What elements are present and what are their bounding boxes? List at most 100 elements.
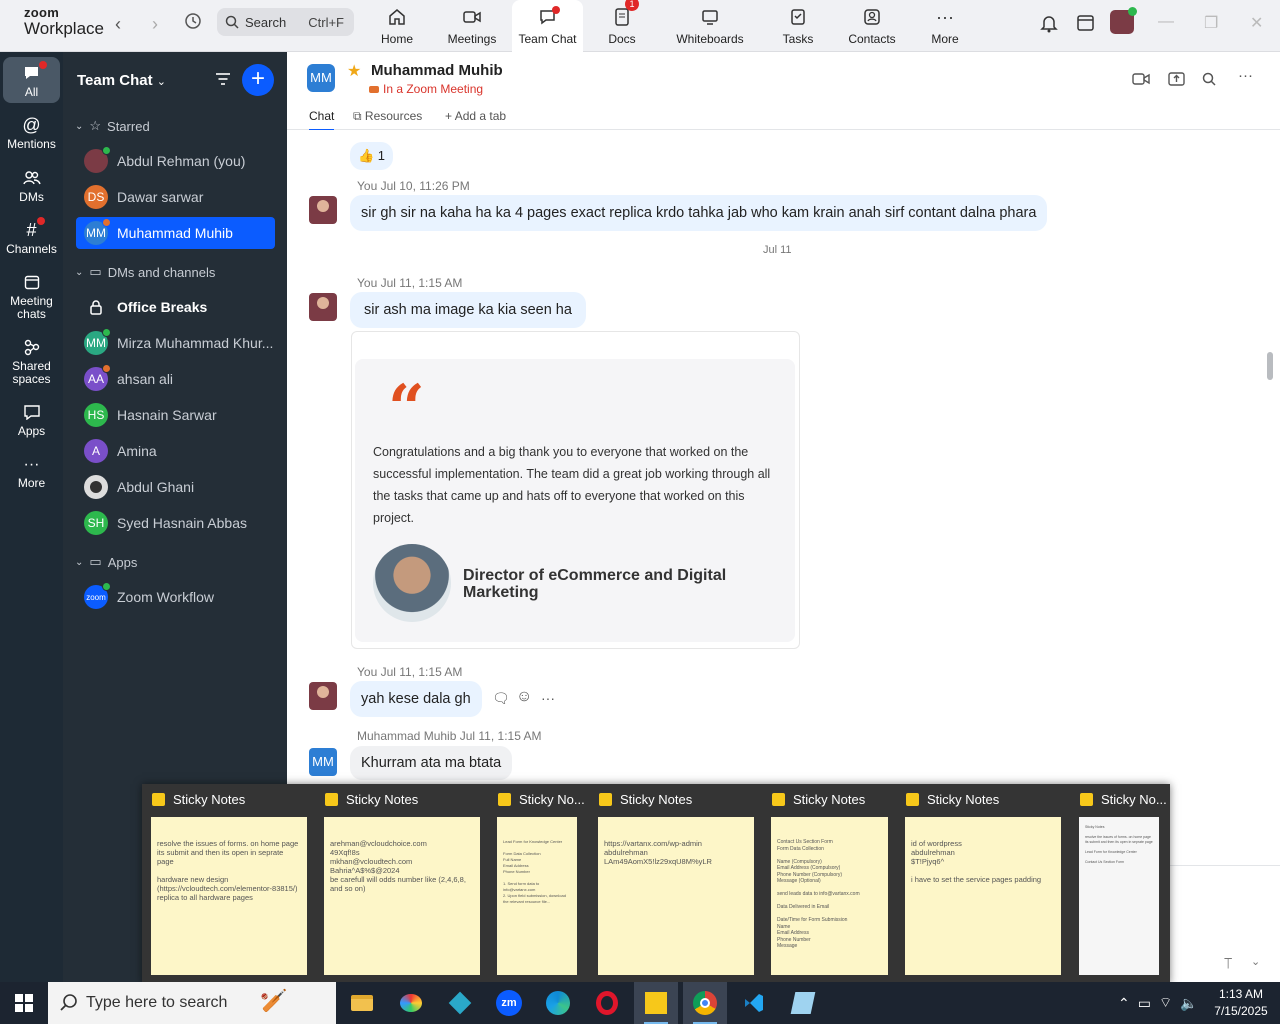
sidebar-item-zoom-workflow[interactable]: zoom Zoom Workflow <box>76 581 275 613</box>
sidebar-item-abdul-rehman[interactable]: Abdul Rehman (you) <box>76 145 275 177</box>
tab-resources[interactable]: ⧉ Resources <box>353 109 422 124</box>
tab-add[interactable]: + Add a tab <box>445 109 506 123</box>
message-list[interactable]: 👍 1 You Jul 10, 11:26 PM sir gh sir na k… <box>287 130 1280 865</box>
sidebar-item-mirza[interactable]: MM Mirza Muhammad Khur... <box>76 327 275 359</box>
tab-more[interactable]: ··· More <box>925 0 965 52</box>
message-bubble[interactable]: Khurram ata ma btata <box>350 746 513 780</box>
volume-icon[interactable]: 🔈 <box>1180 995 1197 1012</box>
section-apps[interactable]: ⌄ ▭ Apps <box>75 554 137 570</box>
share-screen-icon[interactable] <box>1168 72 1185 90</box>
sticky-note-preview[interactable]: Sticky No... Sticky Notes resolve the is… <box>1070 784 1170 984</box>
sticky-note-preview[interactable]: Sticky Notes Contact Us Section Form For… <box>762 784 896 984</box>
edge-browser-icon[interactable] <box>536 982 580 1024</box>
app-diamond-icon[interactable] <box>438 982 482 1024</box>
tab-whiteboards[interactable]: Whiteboards <box>671 0 749 52</box>
rail-item-more[interactable]: ··· More <box>3 453 60 490</box>
sticky-note-preview[interactable]: Sticky Notes https://vartanx.com/wp-admi… <box>589 784 763 984</box>
shared-spaces-icon <box>23 336 41 358</box>
zoom-app-icon[interactable]: zm <box>487 982 531 1024</box>
sidebar-item-dawar-sarwar[interactable]: DS Dawar sarwar <box>76 181 275 213</box>
tab-contacts[interactable]: Contacts <box>845 0 899 52</box>
video-call-icon[interactable] <box>1132 72 1150 90</box>
sticky-note-preview[interactable]: Sticky Notes resolve the issues of forms… <box>142 784 316 984</box>
chevron-down-icon[interactable]: ⌄ <box>1251 955 1260 968</box>
contact-name: ahsan ali <box>117 371 174 387</box>
sidebar-item-hasnain-sarwar[interactable]: HS Hasnain Sarwar <box>76 399 275 431</box>
user-avatar[interactable] <box>1110 7 1137 34</box>
sidebar-item-office-breaks[interactable]: Office Breaks <box>76 291 275 323</box>
chevron-up-icon[interactable]: ⌃ <box>1118 995 1130 1012</box>
tab-home[interactable]: Home <box>375 0 419 52</box>
network-icon[interactable]: ▭ <box>1138 995 1151 1012</box>
maximize-icon[interactable]: ❐ <box>1204 13 1218 33</box>
emoji-reaction-icon[interactable]: ☺ <box>516 688 532 706</box>
sidebar-item-amina[interactable]: A Amina <box>76 435 275 467</box>
tab-chat[interactable]: Chat <box>309 109 335 131</box>
add-new-chat-button[interactable]: + <box>242 64 274 96</box>
contact-name: Hasnain Sarwar <box>117 407 217 423</box>
minimize-icon[interactable]: — <box>1158 13 1174 31</box>
avatar: zoom <box>84 582 111 609</box>
forward-arrow-icon[interactable]: › <box>152 14 158 35</box>
calendar-icon[interactable] <box>1076 13 1095 37</box>
chat-contact-name[interactable]: Muhammad Muhib <box>371 62 503 79</box>
avatar[interactable] <box>309 682 337 710</box>
sidebar-item-ahsan-ali[interactable]: AA ahsan ali <box>76 363 275 395</box>
more-dots-icon[interactable]: ··· <box>541 690 555 706</box>
message-bubble[interactable]: sir gh sir na kaha ha ka 4 pages exact r… <box>350 195 1048 231</box>
scrollbar-thumb[interactable] <box>1267 352 1273 380</box>
rail-item-mentions[interactable]: @ Mentions <box>3 114 60 151</box>
sticky-note-preview[interactable]: Sticky Notes id of wordpress abdulrehman… <box>896 784 1070 984</box>
tab-team-chat[interactable]: Team Chat <box>512 0 583 52</box>
message-bubble[interactable]: sir ash ma image ka kia seen ha <box>350 292 586 328</box>
search-bar[interactable]: Search Ctrl+F <box>217 8 354 36</box>
tab-meetings[interactable]: Meetings <box>444 0 500 52</box>
more-dots-icon[interactable]: ··· <box>1238 67 1253 84</box>
sidebar-title[interactable]: Team Chat ⌄ <box>77 72 166 89</box>
close-icon[interactable]: ✕ <box>1250 13 1263 33</box>
avatar[interactable] <box>309 293 337 321</box>
section-starred[interactable]: ⌄ ☆ Starred <box>75 118 150 134</box>
star-icon[interactable]: ★ <box>347 61 361 81</box>
message-bubble[interactable]: yah kese dala gh <box>350 681 482 717</box>
paint-app-icon[interactable] <box>389 982 433 1024</box>
rail-item-channels[interactable]: # Channels <box>3 217 60 256</box>
tab-more-label: More <box>931 32 959 46</box>
tab-tasks[interactable]: Tasks <box>778 0 818 52</box>
reply-icon[interactable]: 🗨 <box>492 690 510 707</box>
bell-icon[interactable] <box>1040 13 1058 38</box>
wifi-icon[interactable]: ⌔ <box>1159 994 1172 1012</box>
section-dms-channels[interactable]: ⌄ ▭ DMs and channels <box>75 264 215 280</box>
sticky-note-preview[interactable]: Sticky Notes arehman@vcloudchoice.com 49… <box>315 784 489 984</box>
file-explorer-icon[interactable] <box>340 982 384 1024</box>
rail-item-apps[interactable]: Apps <box>3 401 60 438</box>
sticky-notes-taskbar-icon[interactable] <box>634 982 678 1024</box>
sidebar-item-syed-hasnain-abbas[interactable]: SH Syed Hasnain Abbas <box>76 507 275 539</box>
notepad-app-icon[interactable] <box>781 982 825 1024</box>
chrome-browser-icon[interactable] <box>683 982 727 1024</box>
taskbar-clock[interactable]: 1:13 AM 7/15/2025 <box>1210 986 1272 1020</box>
contact-avatar[interactable]: MM <box>307 64 335 92</box>
tab-docs[interactable]: 1 Docs <box>600 0 644 52</box>
shared-image-attachment[interactable]: “ Congratulations and a big thank you to… <box>351 331 800 649</box>
search-icon[interactable] <box>1202 72 1216 90</box>
avatar[interactable] <box>309 196 337 224</box>
sidebar-item-abdul-ghani[interactable]: Abdul Ghani <box>76 471 275 503</box>
taskbar-search-box[interactable]: Type here to search 🏏 <box>48 982 336 1024</box>
format-icon[interactable]: ⟙ <box>1224 955 1232 972</box>
rail-item-all[interactable]: All <box>3 57 60 103</box>
history-icon[interactable] <box>184 12 202 35</box>
sidebar-item-muhammad-muhib[interactable]: MM Muhammad Muhib <box>76 217 275 249</box>
back-arrow-icon[interactable]: ‹ <box>115 14 121 35</box>
avatar[interactable]: MM <box>309 748 337 776</box>
rail-item-meeting-chats[interactable]: Meeting chats <box>3 271 60 321</box>
status-dot <box>102 146 111 155</box>
reaction-thumbs-up[interactable]: 👍 1 <box>350 142 394 170</box>
windows-start-icon[interactable] <box>2 982 46 1024</box>
vscode-icon[interactable] <box>732 982 776 1024</box>
sticky-note-preview[interactable]: Sticky No... Lead Form for Knowledge Cen… <box>488 784 588 984</box>
opera-browser-icon[interactable] <box>585 982 629 1024</box>
filter-icon[interactable] <box>215 72 231 91</box>
rail-item-dms[interactable]: DMs <box>3 167 60 204</box>
rail-item-shared-spaces[interactable]: Shared spaces <box>3 336 60 386</box>
